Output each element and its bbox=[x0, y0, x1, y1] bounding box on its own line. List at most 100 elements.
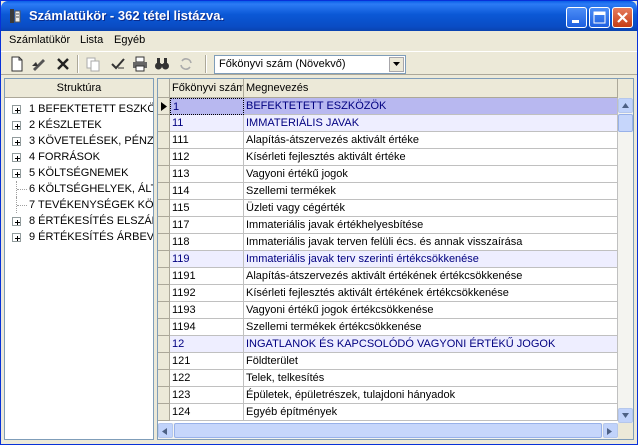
table-row[interactable]: 111 Alapítás-átszervezés aktivált értéke bbox=[158, 132, 618, 149]
chevron-down-icon[interactable] bbox=[389, 57, 404, 72]
scroll-right-icon[interactable] bbox=[603, 423, 618, 438]
vertical-scrollbar[interactable] bbox=[618, 98, 633, 423]
cell-name[interactable]: Kísérleti fejlesztés aktivált értékének … bbox=[244, 285, 618, 302]
cell-account-number[interactable]: 1192 bbox=[170, 285, 244, 302]
print-icon[interactable] bbox=[131, 55, 149, 73]
menu-lista[interactable]: Lista bbox=[80, 34, 103, 46]
cell-account-number[interactable]: 1191 bbox=[170, 268, 244, 285]
row-indicator[interactable] bbox=[158, 132, 170, 149]
cell-name[interactable]: Üzleti vagy cégérték bbox=[244, 200, 618, 217]
cell-name[interactable]: Vagyoni értékű jogok értékcsökkenése bbox=[244, 302, 618, 319]
table-row[interactable]: 119 Immateriális javak terv szerinti érté… bbox=[158, 251, 618, 268]
cell-account-number[interactable]: 119 bbox=[170, 251, 244, 268]
column-header-account-number[interactable]: Főkönyvi szám bbox=[170, 79, 244, 98]
horizontal-scroll-thumb[interactable] bbox=[174, 423, 602, 438]
cell-name[interactable]: Immateriális javak terven felüli écs. és… bbox=[244, 234, 618, 251]
tree-item[interactable]: 1 BEFEKTETETT ESZKÖZÖ bbox=[5, 101, 153, 117]
table-row[interactable]: 1193 Vagyoni értékű jogok értékcsökkenése bbox=[158, 302, 618, 319]
cell-name[interactable]: Szellemi termékek értékcsökkenése bbox=[244, 319, 618, 336]
table-row[interactable]: 118 Immateriális javak terven felüli écs.… bbox=[158, 234, 618, 251]
row-indicator[interactable] bbox=[158, 353, 170, 370]
title-bar[interactable]: Számlatükör - 362 tétel listázva. bbox=[1, 1, 637, 31]
table-row[interactable]: 113 Vagyoni értékű jogok bbox=[158, 166, 618, 183]
cell-name[interactable]: Telek, telkesítés bbox=[244, 370, 618, 387]
row-indicator[interactable] bbox=[158, 166, 170, 183]
cell-account-number[interactable]: 12 bbox=[170, 336, 244, 353]
close-button[interactable] bbox=[612, 7, 633, 28]
row-indicator[interactable] bbox=[158, 217, 170, 234]
cell-account-number[interactable]: 122 bbox=[170, 370, 244, 387]
vertical-scroll-thumb[interactable] bbox=[618, 114, 633, 132]
cell-name[interactable]: Szellemi termékek bbox=[244, 183, 618, 200]
cell-name[interactable]: Vagyoni értékű jogok bbox=[244, 166, 618, 183]
edit-icon[interactable] bbox=[30, 55, 48, 73]
cell-name[interactable]: Földterület bbox=[244, 353, 618, 370]
row-indicator[interactable] bbox=[158, 200, 170, 217]
cell-account-number[interactable]: 1193 bbox=[170, 302, 244, 319]
maximize-button[interactable] bbox=[589, 7, 610, 28]
table-row[interactable]: 1 BEFEKTETETT ESZKÖZÖK bbox=[158, 98, 618, 115]
table-row[interactable]: 1194 Szellemi termékek értékcsökkenése bbox=[158, 319, 618, 336]
row-indicator[interactable] bbox=[158, 183, 170, 200]
tree-item[interactable]: 2 KÉSZLETEK bbox=[5, 117, 153, 133]
minimize-button[interactable] bbox=[566, 7, 587, 28]
expand-plus-icon[interactable] bbox=[12, 169, 21, 178]
cell-name[interactable]: Kísérleti fejlesztés aktivált értéke bbox=[244, 149, 618, 166]
tree-item[interactable]: 5 KÖLTSÉGNEMEK bbox=[5, 165, 153, 181]
row-indicator[interactable] bbox=[158, 234, 170, 251]
row-indicator[interactable] bbox=[158, 370, 170, 387]
cell-account-number[interactable]: 118 bbox=[170, 234, 244, 251]
cell-account-number[interactable]: 123 bbox=[170, 387, 244, 404]
expand-plus-icon[interactable] bbox=[12, 121, 21, 130]
table-row[interactable]: 112 Kísérleti fejlesztés aktivált értéke bbox=[158, 149, 618, 166]
cell-name[interactable]: Immateriális javak értékhelyesbítése bbox=[244, 217, 618, 234]
scroll-down-icon[interactable] bbox=[618, 408, 633, 423]
menu-szamlatukor[interactable]: Számlatükör bbox=[9, 34, 70, 46]
cell-account-number[interactable]: 121 bbox=[170, 353, 244, 370]
tree-item[interactable]: 4 FORRÁSOK bbox=[5, 149, 153, 165]
cell-name[interactable]: Immateriális javak terv szerinti értékcs… bbox=[244, 251, 618, 268]
row-indicator[interactable] bbox=[158, 251, 170, 268]
cell-account-number[interactable]: 11 bbox=[170, 115, 244, 132]
app-icon[interactable] bbox=[7, 8, 23, 24]
table-row[interactable]: 11 IMMATERIÁLIS JAVAK bbox=[158, 115, 618, 132]
scroll-up-icon[interactable] bbox=[618, 98, 633, 113]
menu-egyeb[interactable]: Egyéb bbox=[114, 34, 145, 46]
cell-account-number[interactable]: 1194 bbox=[170, 319, 244, 336]
table-row[interactable]: 114 Szellemi termékek bbox=[158, 183, 618, 200]
horizontal-scrollbar[interactable] bbox=[158, 423, 618, 439]
cell-account-number[interactable]: 115 bbox=[170, 200, 244, 217]
table-row[interactable]: 1192 Kísérleti fejlesztés aktivált értéké… bbox=[158, 285, 618, 302]
cell-account-number[interactable]: 1 bbox=[170, 98, 244, 115]
cell-account-number[interactable]: 112 bbox=[170, 149, 244, 166]
tree-item[interactable]: 7 TEVÉKENYSÉGEK KÖLTS bbox=[5, 197, 153, 213]
table-row[interactable]: 122 Telek, telkesítés bbox=[158, 370, 618, 387]
scroll-left-icon[interactable] bbox=[158, 423, 173, 438]
table-row[interactable]: 12 INGATLANOK ÉS KAPCSOLÓDÓ VAGYONI ÉRTÉK… bbox=[158, 336, 618, 353]
table-row[interactable]: 124 Egyéb építmények bbox=[158, 404, 618, 421]
tree-item[interactable]: 3 KÖVETELÉSEK, PÉNZÜG bbox=[5, 133, 153, 149]
tree-item[interactable]: 6 KÖLTSÉGHELYEK, ÁLTAI bbox=[5, 181, 153, 197]
row-indicator[interactable] bbox=[158, 149, 170, 166]
cell-account-number[interactable]: 111 bbox=[170, 132, 244, 149]
table-row[interactable]: 117 Immateriális javak értékhelyesbítése bbox=[158, 217, 618, 234]
cell-name[interactable]: IMMATERIÁLIS JAVAK bbox=[244, 115, 618, 132]
find-icon[interactable] bbox=[153, 55, 171, 73]
cell-name[interactable]: Alapítás-átszervezés aktivált értéke bbox=[244, 132, 618, 149]
cell-account-number[interactable]: 124 bbox=[170, 404, 244, 421]
row-indicator[interactable] bbox=[158, 115, 170, 132]
row-indicator[interactable] bbox=[158, 404, 170, 421]
table-row[interactable]: 1191 Alapítás-átszervezés aktivált értéké… bbox=[158, 268, 618, 285]
expand-plus-icon[interactable] bbox=[12, 233, 21, 242]
expand-plus-icon[interactable] bbox=[12, 217, 21, 226]
new-icon[interactable] bbox=[8, 55, 26, 73]
column-header-name[interactable]: Megnevezés bbox=[244, 79, 618, 98]
cell-name[interactable]: Egyéb építmények bbox=[244, 404, 618, 421]
row-indicator[interactable] bbox=[158, 319, 170, 336]
table-row[interactable]: 115 Üzleti vagy cégérték bbox=[158, 200, 618, 217]
row-indicator[interactable] bbox=[158, 98, 170, 115]
cell-account-number[interactable]: 117 bbox=[170, 217, 244, 234]
cell-name[interactable]: BEFEKTETETT ESZKÖZÖK bbox=[244, 98, 618, 115]
row-indicator[interactable] bbox=[158, 268, 170, 285]
refresh-icon[interactable] bbox=[177, 55, 195, 73]
